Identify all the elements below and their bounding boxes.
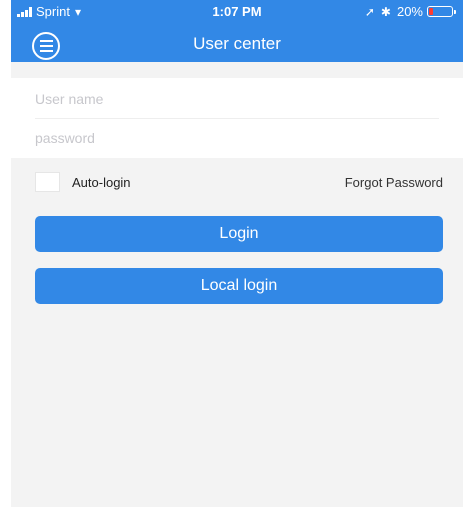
login-button-label: Login <box>219 225 259 242</box>
app-header: Sprint ▾ 1:07 PM ➚ ✱ 20% User center <box>11 0 463 62</box>
forgot-password-link[interactable]: Forgot Password <box>345 175 443 190</box>
status-right-group: ➚ ✱ 20% <box>364 4 456 19</box>
auto-login-label: Auto-login <box>72 175 131 190</box>
user-center-screen: Sprint ▾ 1:07 PM ➚ ✱ 20% User center Aut… <box>11 0 463 507</box>
login-form <box>11 78 463 158</box>
battery-icon <box>427 6 456 17</box>
local-login-button-label: Local login <box>200 277 278 294</box>
login-button[interactable]: Login <box>35 216 443 252</box>
battery-nub <box>454 10 456 14</box>
page-title: User center <box>193 34 281 53</box>
username-input[interactable] <box>35 80 439 118</box>
battery-percent: 20% <box>396 4 423 19</box>
status-bar: Sprint ▾ 1:07 PM ➚ ✱ 20% <box>11 0 463 22</box>
bluetooth-icon: ✱ <box>380 4 391 19</box>
auto-login-checkbox[interactable] <box>35 172 60 192</box>
location-icon: ➚ <box>364 4 375 19</box>
battery-level-fill <box>429 8 433 15</box>
password-input[interactable] <box>35 119 439 157</box>
local-login-button[interactable]: Local login <box>35 268 443 304</box>
